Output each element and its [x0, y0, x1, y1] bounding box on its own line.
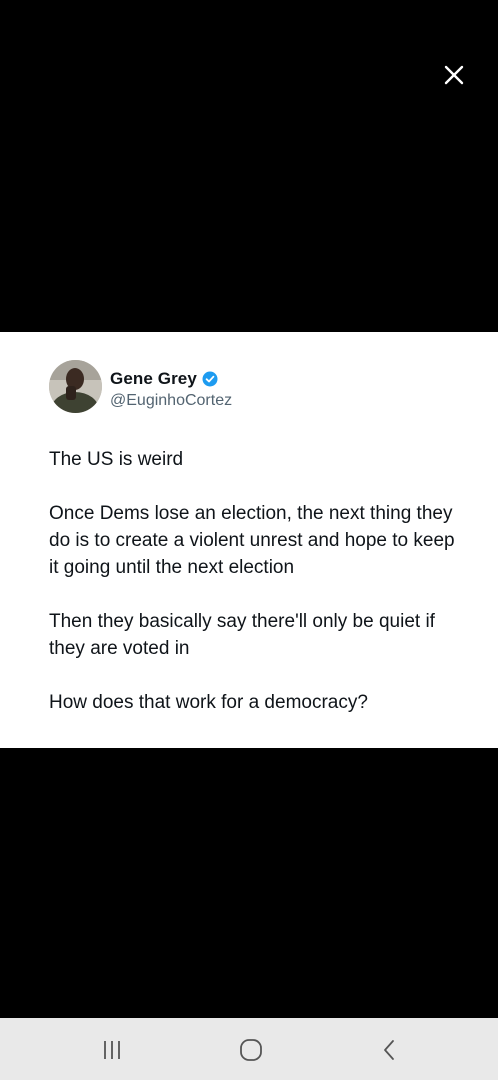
tweet-text: The US is weird Once Dems lose an electi…	[49, 446, 469, 743]
back-button[interactable]	[370, 1032, 410, 1068]
recent-apps-button[interactable]	[92, 1032, 132, 1068]
tweet-paragraph: How does that work for a democracy?	[49, 692, 368, 713]
verified-badge-icon	[202, 371, 218, 387]
user-handle: @EuginhoCortez	[110, 392, 233, 409]
avatar	[49, 360, 102, 413]
system-navigation-bar	[0, 1018, 498, 1080]
back-icon	[384, 1040, 394, 1060]
image-viewer: Gene Grey @EuginhoCortez The US is weird…	[0, 0, 498, 1080]
recent-apps-icon	[104, 1041, 120, 1059]
home-icon	[240, 1039, 262, 1061]
tweet-paragraph: Then they basically say there'll only be…	[49, 611, 435, 659]
tweet-paragraph: The US is weird	[49, 449, 184, 470]
tweet-paragraph: Once Dems lose an election, the next thi…	[49, 503, 455, 578]
close-icon	[444, 65, 464, 85]
tweet-author: Gene Grey @EuginhoCortez	[110, 368, 232, 410]
tweet-screenshot: Gene Grey @EuginhoCortez The US is weird…	[0, 332, 498, 748]
home-button[interactable]	[231, 1032, 271, 1068]
close-button[interactable]	[436, 57, 472, 93]
display-name: Gene Grey	[110, 369, 197, 388]
